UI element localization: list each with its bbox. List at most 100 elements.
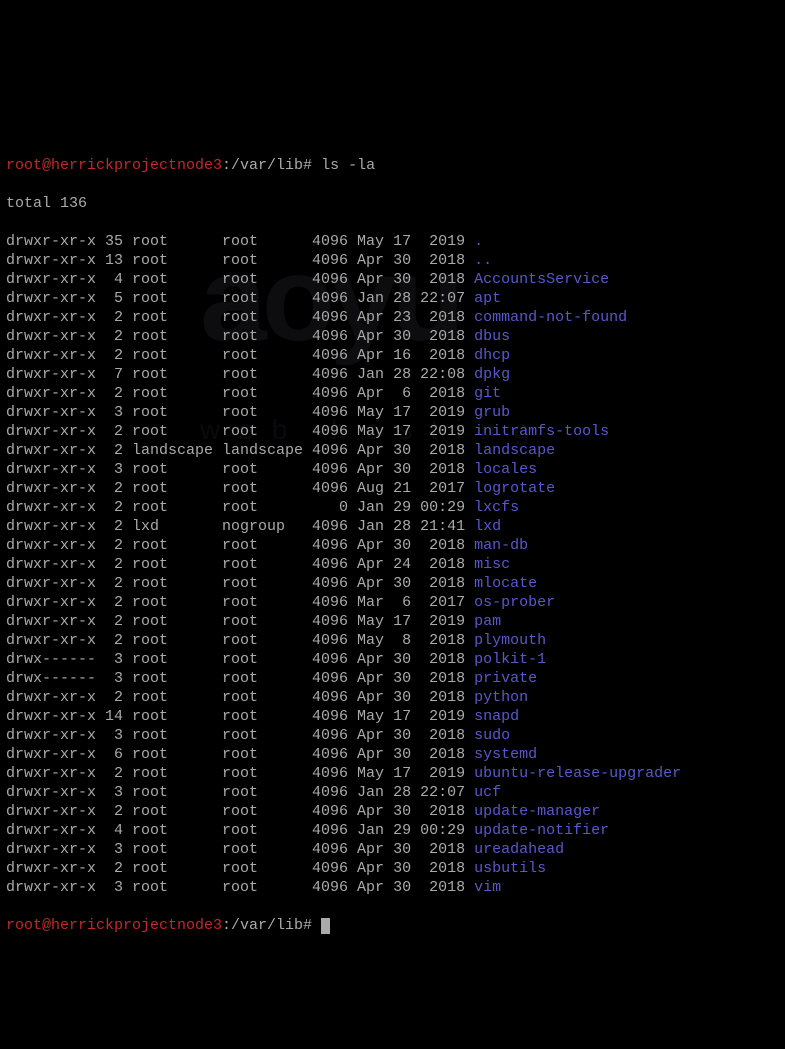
file-row: drwxr-xr-x 14 root root 4096 May 17 2019… <box>6 707 779 726</box>
file-name: dpkg <box>474 366 510 383</box>
file-row: drwxr-xr-x 2 root root 0 Jan 29 00:29 lx… <box>6 498 779 517</box>
file-name: logrotate <box>474 480 555 497</box>
prompt-user: root@herrickprojectnode3 <box>6 917 222 934</box>
file-name: . <box>474 233 483 250</box>
prompt-user: root@herrickprojectnode3 <box>6 157 222 174</box>
file-listing: drwxr-xr-x 35 root root 4096 May 17 2019… <box>6 232 779 897</box>
file-row: drwxr-xr-x 3 root root 4096 Apr 30 2018 … <box>6 878 779 897</box>
file-meta: drwxr-xr-x 2 root root 4096 Apr 16 2018 <box>6 347 474 364</box>
file-row: drwxr-xr-x 2 root root 4096 Apr 30 2018 … <box>6 802 779 821</box>
file-meta: drwx------ 3 root root 4096 Apr 30 2018 <box>6 670 474 687</box>
file-name: landscape <box>474 442 555 459</box>
file-row: drwx------ 3 root root 4096 Apr 30 2018 … <box>6 669 779 688</box>
file-name: polkit-1 <box>474 651 546 668</box>
file-row: drwxr-xr-x 2 root root 4096 Apr 30 2018 … <box>6 574 779 593</box>
file-meta: drwxr-xr-x 5 root root 4096 Jan 28 22:07 <box>6 290 474 307</box>
file-name: update-manager <box>474 803 600 820</box>
file-name: pam <box>474 613 501 630</box>
file-row: drwxr-xr-x 2 root root 4096 Apr 23 2018 … <box>6 308 779 327</box>
file-name: locales <box>474 461 537 478</box>
file-meta: drwxr-xr-x 2 root root 4096 May 8 2018 <box>6 632 474 649</box>
file-name: usbutils <box>474 860 546 877</box>
file-name: AccountsService <box>474 271 609 288</box>
file-name: ubuntu-release-upgrader <box>474 765 681 782</box>
file-row: drwxr-xr-x 3 root root 4096 Jan 28 22:07… <box>6 783 779 802</box>
file-meta: drwxr-xr-x 2 root root 4096 May 17 2019 <box>6 423 474 440</box>
file-name: os-prober <box>474 594 555 611</box>
file-name: git <box>474 385 501 402</box>
file-row: drwxr-xr-x 2 root root 4096 Apr 30 2018 … <box>6 859 779 878</box>
file-row: drwxr-xr-x 2 root root 4096 May 17 2019 … <box>6 764 779 783</box>
file-meta: drwxr-xr-x 2 root root 4096 Apr 23 2018 <box>6 309 474 326</box>
file-meta: drwxr-xr-x 2 root root 0 Jan 29 00:29 <box>6 499 474 516</box>
file-meta: drwxr-xr-x 2 root root 4096 Apr 30 2018 <box>6 860 474 877</box>
file-meta: drwxr-xr-x 3 root root 4096 Apr 30 2018 <box>6 461 474 478</box>
file-name: private <box>474 670 537 687</box>
file-meta: drwxr-xr-x 2 root root 4096 Apr 30 2018 <box>6 803 474 820</box>
file-row: drwxr-xr-x 2 root root 4096 May 8 2018 p… <box>6 631 779 650</box>
file-name: ureadahead <box>474 841 564 858</box>
file-name: apt <box>474 290 501 307</box>
file-meta: drwxr-xr-x 35 root root 4096 May 17 2019 <box>6 233 474 250</box>
file-name: dbus <box>474 328 510 345</box>
file-meta: drwxr-xr-x 4 root root 4096 Apr 30 2018 <box>6 271 474 288</box>
file-name: systemd <box>474 746 537 763</box>
file-name: ucf <box>474 784 501 801</box>
file-meta: drwxr-xr-x 4 root root 4096 Jan 29 00:29 <box>6 822 474 839</box>
file-name: misc <box>474 556 510 573</box>
file-row: drwxr-xr-x 13 root root 4096 Apr 30 2018… <box>6 251 779 270</box>
file-name: man-db <box>474 537 528 554</box>
file-row: drwxr-xr-x 5 root root 4096 Jan 28 22:07… <box>6 289 779 308</box>
file-row: drwxr-xr-x 2 root root 4096 Mar 6 2017 o… <box>6 593 779 612</box>
file-name: sudo <box>474 727 510 744</box>
file-row: drwxr-xr-x 2 root root 4096 Apr 16 2018 … <box>6 346 779 365</box>
file-row: drwxr-xr-x 2 lxd nogroup 4096 Jan 28 21:… <box>6 517 779 536</box>
file-meta: drwxr-xr-x 2 root root 4096 Apr 30 2018 <box>6 328 474 345</box>
file-row: drwxr-xr-x 35 root root 4096 May 17 2019… <box>6 232 779 251</box>
file-meta: drwxr-xr-x 2 root root 4096 Apr 30 2018 <box>6 689 474 706</box>
file-name: vim <box>474 879 501 896</box>
file-name: command-not-found <box>474 309 627 326</box>
file-meta: drwxr-xr-x 2 root root 4096 Aug 21 2017 <box>6 480 474 497</box>
file-meta: drwxr-xr-x 3 root root 4096 Apr 30 2018 <box>6 727 474 744</box>
prompt-line[interactable]: root@herrickprojectnode3:/var/lib# ls -l… <box>6 156 779 175</box>
file-name: grub <box>474 404 510 421</box>
file-row: drwxr-xr-x 7 root root 4096 Jan 28 22:08… <box>6 365 779 384</box>
file-name: .. <box>474 252 492 269</box>
file-row: drwx------ 3 root root 4096 Apr 30 2018 … <box>6 650 779 669</box>
file-meta: drwxr-xr-x 3 root root 4096 Apr 30 2018 <box>6 841 474 858</box>
file-row: drwxr-xr-x 3 root root 4096 Apr 30 2018 … <box>6 840 779 859</box>
file-meta: drwxr-xr-x 3 root root 4096 May 17 2019 <box>6 404 474 421</box>
file-row: drwxr-xr-x 2 root root 4096 Apr 30 2018 … <box>6 536 779 555</box>
file-name: plymouth <box>474 632 546 649</box>
file-name: mlocate <box>474 575 537 592</box>
file-row: drwxr-xr-x 3 root root 4096 Apr 30 2018 … <box>6 726 779 745</box>
file-meta: drwxr-xr-x 2 root root 4096 Apr 30 2018 <box>6 537 474 554</box>
file-meta: drwxr-xr-x 3 root root 4096 Jan 28 22:07 <box>6 784 474 801</box>
file-name: initramfs-tools <box>474 423 609 440</box>
file-meta: drwxr-xr-x 2 lxd nogroup 4096 Jan 28 21:… <box>6 518 474 535</box>
file-row: drwxr-xr-x 3 root root 4096 May 17 2019 … <box>6 403 779 422</box>
file-row: drwxr-xr-x 2 root root 4096 Apr 30 2018 … <box>6 327 779 346</box>
file-meta: drwxr-xr-x 2 root root 4096 Apr 30 2018 <box>6 575 474 592</box>
file-name: lxcfs <box>474 499 519 516</box>
cursor <box>321 918 330 934</box>
command-text: ls -la <box>312 157 375 174</box>
file-meta: drwx------ 3 root root 4096 Apr 30 2018 <box>6 651 474 668</box>
file-name: python <box>474 689 528 706</box>
prompt-line-bottom[interactable]: root@herrickprojectnode3:/var/lib# <box>6 916 779 935</box>
file-meta: drwxr-xr-x 3 root root 4096 Apr 30 2018 <box>6 879 474 896</box>
file-meta: drwxr-xr-x 2 root root 4096 May 17 2019 <box>6 765 474 782</box>
file-meta: drwxr-xr-x 2 landscape landscape 4096 Ap… <box>6 442 474 459</box>
file-meta: drwxr-xr-x 2 root root 4096 Apr 24 2018 <box>6 556 474 573</box>
file-row: drwxr-xr-x 6 root root 4096 Apr 30 2018 … <box>6 745 779 764</box>
file-row: drwxr-xr-x 2 root root 4096 Apr 6 2018 g… <box>6 384 779 403</box>
file-row: drwxr-xr-x 2 root root 4096 May 17 2019 … <box>6 612 779 631</box>
terminal-output[interactable]: root@herrickprojectnode3:/var/lib# ls -l… <box>6 137 779 954</box>
total-line: total 136 <box>6 194 779 213</box>
file-row: drwxr-xr-x 2 root root 4096 Apr 24 2018 … <box>6 555 779 574</box>
file-row: drwxr-xr-x 2 root root 4096 Aug 21 2017 … <box>6 479 779 498</box>
prompt-path: :/var/lib# <box>222 157 312 174</box>
file-row: drwxr-xr-x 4 root root 4096 Apr 30 2018 … <box>6 270 779 289</box>
file-meta: drwxr-xr-x 2 root root 4096 May 17 2019 <box>6 613 474 630</box>
